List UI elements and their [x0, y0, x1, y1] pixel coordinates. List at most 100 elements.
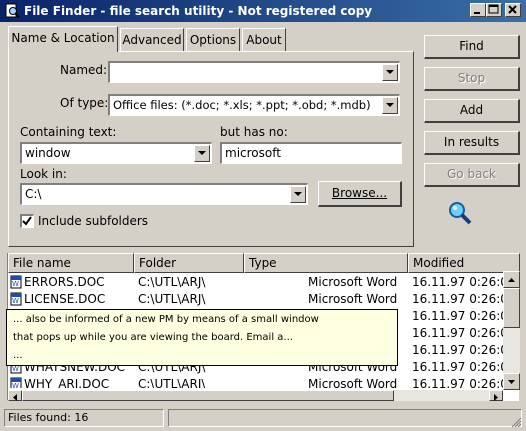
arrow-up-icon: [508, 278, 515, 282]
close-button[interactable]: [505, 3, 521, 17]
header-label: Type: [249, 256, 277, 270]
in-results-button[interactable]: In results: [424, 131, 520, 155]
folder-cell: C:\UTL\ARJ\: [138, 292, 206, 306]
word-document-icon: W: [10, 275, 22, 289]
minimize-button[interactable]: [470, 3, 486, 17]
horizontal-scrollbar[interactable]: [8, 390, 503, 401]
modified-cell: 16.11.97 0:26:0: [412, 309, 503, 323]
oftype-combobox[interactable]: Office files: (*.doc; *.xls; *.ppt; *.ob…: [108, 94, 400, 116]
window-title: File Finder - file search utility - Not …: [24, 4, 373, 18]
stop-button[interactable]: Stop: [424, 67, 520, 91]
status-panel: [168, 409, 522, 427]
chevron-down-icon[interactable]: [290, 186, 306, 203]
go-back-label: Go back: [447, 167, 496, 181]
tab-label: Name & Location: [11, 31, 115, 45]
modified-cell: 16.11.97 0:26:0: [412, 377, 503, 388]
word-document-icon: W: [10, 292, 22, 306]
scroll-thumb[interactable]: [503, 288, 520, 328]
buthasno-input[interactable]: microsoft: [220, 142, 402, 164]
word-document-icon: W: [10, 377, 22, 388]
column-header-file-name[interactable]: File name: [8, 253, 134, 273]
type-cell: Microsoft Word: [308, 292, 398, 306]
maximize-icon: [488, 4, 499, 14]
lookin-combobox[interactable]: C:\: [20, 183, 308, 205]
buthasno-label: but has no:: [220, 125, 288, 139]
buthasno-value: microsoft: [225, 146, 281, 160]
named-combobox[interactable]: [108, 61, 400, 83]
tab-advanced[interactable]: Advanced: [120, 28, 184, 52]
svg-text:W: W: [12, 297, 19, 305]
table-row[interactable]: W WHY_ARJ.DOC C:\UTL\ARJ\ Microsoft Word 16.…: [8, 376, 503, 388]
minimize-icon: [474, 12, 480, 14]
arrow-left-icon: [13, 394, 17, 401]
checkmark-icon: [22, 216, 32, 226]
modified-cell: 16.11.97 0:26:0: [412, 292, 503, 306]
file-name-cell: ERRORS.DOC: [24, 275, 105, 289]
tab-label: About: [246, 33, 282, 47]
scroll-up-button[interactable]: [503, 271, 520, 288]
column-header-modified[interactable]: Modified: [408, 253, 520, 273]
tab-label: Options: [189, 33, 237, 47]
named-label: Named:: [60, 63, 108, 77]
browse-button[interactable]: Browse...: [318, 181, 402, 207]
arrow-right-icon: [494, 394, 498, 401]
find-label: Find: [459, 39, 484, 53]
vertical-scrollbar[interactable]: [503, 271, 520, 390]
files-found-text: Files found: 16: [8, 411, 89, 424]
containing-label: Containing text:: [20, 125, 117, 139]
in-results-label: In results: [443, 135, 500, 149]
modified-cell: 16.11.97 0:26:0: [412, 360, 503, 374]
lookin-label: Look in:: [20, 167, 67, 181]
tab-name-location[interactable]: Name & Location: [8, 26, 118, 52]
oftype-value: Office files: (*.doc; *.xls; *.ppt; *.ob…: [113, 98, 371, 112]
app-icon: [5, 3, 20, 19]
svg-text:W: W: [12, 382, 19, 388]
folder-cell: C:\UTL\ARJ\: [138, 377, 206, 388]
resize-grip-icon[interactable]: [510, 416, 522, 428]
svg-text:W: W: [12, 365, 19, 373]
tooltip-line: ...: [13, 350, 23, 361]
header-label: Modified: [413, 256, 465, 270]
status-bar: Files found: 16: [0, 406, 526, 431]
preview-tooltip: ... also be informed of a new PM by mean…: [6, 309, 398, 366]
find-button[interactable]: Find: [424, 35, 520, 59]
stop-label: Stop: [457, 71, 486, 85]
header-label: File name: [13, 256, 71, 270]
browse-label: Browse...: [331, 186, 388, 200]
chevron-down-icon[interactable]: [382, 97, 398, 114]
svg-text:W: W: [12, 280, 19, 288]
tooltip-line: ... also be informed of a new PM by mean…: [13, 314, 319, 325]
add-label: Add: [459, 103, 484, 117]
modified-cell: 16.11.97 0:26:0: [412, 343, 503, 357]
tab-label: Advanced: [122, 33, 182, 47]
add-button[interactable]: Add: [424, 99, 520, 123]
table-row[interactable]: W LICENSE.DOC C:\UTL\ARJ\ Microsoft Word 16.…: [8, 291, 503, 308]
containing-value: window: [25, 146, 71, 160]
oftype-label: Of type:: [60, 96, 109, 110]
containing-combobox[interactable]: window: [20, 142, 212, 164]
subfolders-label: Include subfolders: [38, 214, 149, 228]
folder-cell: C:\UTL\ARJ\: [138, 275, 206, 289]
subfolders-checkbox[interactable]: [20, 214, 34, 228]
type-cell: Microsoft Word: [308, 275, 398, 289]
close-icon: [508, 5, 517, 14]
tab-about[interactable]: About: [242, 28, 286, 52]
scroll-right-button[interactable]: [489, 390, 503, 401]
column-header-type[interactable]: Type: [244, 253, 408, 273]
title-bar[interactable]: File Finder - file search utility - Not …: [0, 0, 526, 22]
table-row[interactable]: W ERRORS.DOC C:\UTL\ARJ\ Microsoft Word 16.1…: [8, 274, 503, 291]
tab-options[interactable]: Options: [186, 28, 240, 52]
go-back-button[interactable]: Go back: [424, 163, 520, 187]
tooltip-line: that pops up while you are viewing the b…: [13, 332, 293, 343]
hscroll-thumb[interactable]: [22, 390, 394, 401]
maximize-button[interactable]: [486, 3, 502, 17]
chevron-down-icon[interactable]: [382, 64, 398, 81]
column-header-folder[interactable]: Folder: [134, 253, 244, 273]
status-files-found: Files found: 16: [4, 409, 164, 427]
search-icon: [449, 202, 472, 225]
modified-cell: 16.11.97 0:26:0: [412, 326, 503, 340]
scroll-left-button[interactable]: [8, 390, 22, 401]
scroll-down-button[interactable]: [503, 373, 520, 390]
chevron-down-icon[interactable]: [194, 145, 210, 162]
file-name-cell: LICENSE.DOC: [24, 292, 106, 306]
